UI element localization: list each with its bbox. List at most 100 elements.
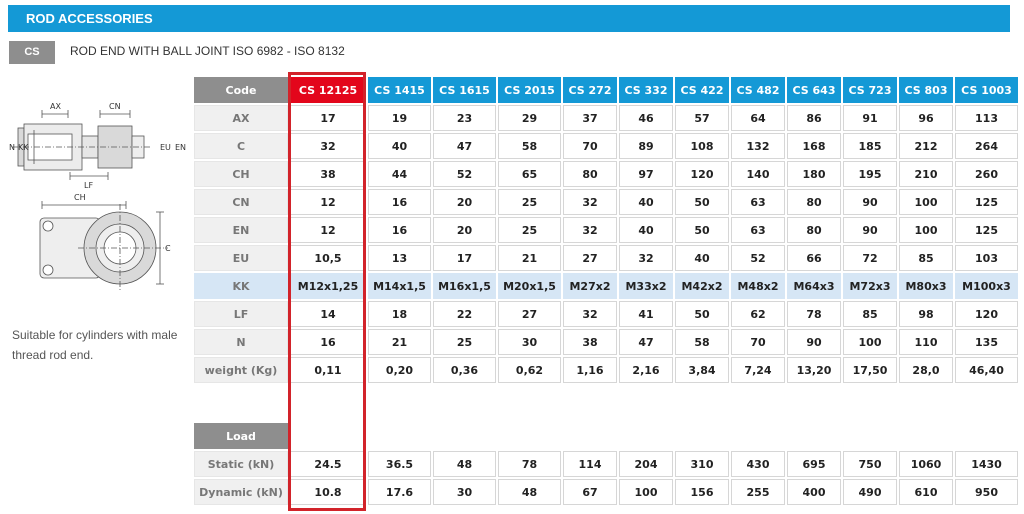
dim-label-kk: KK xyxy=(18,143,29,152)
table-cell: 20 xyxy=(433,217,496,243)
table-cell: 430 xyxy=(731,451,785,477)
load-row: Dynamic (kN) 10.8 17.6 30 48 67 100 156 255 400 49… xyxy=(194,479,1018,505)
table-cell: M33x2 xyxy=(619,273,673,299)
table-cell: 204 xyxy=(619,451,673,477)
load-header-label: Load xyxy=(194,423,288,449)
column-header: CS 422 xyxy=(675,77,729,103)
table-cell: 10.8 xyxy=(290,479,366,505)
usage-note: Suitable for cylinders with male thread … xyxy=(12,328,178,362)
table-cell: 40 xyxy=(619,217,673,243)
table-cell: 80 xyxy=(787,217,841,243)
table-cell: 90 xyxy=(843,189,897,215)
table-cell: 85 xyxy=(899,245,953,271)
specification-table: Code CS 12125 CS 1415 CS 1615 CS 2015 CS 272 C… xyxy=(192,75,1020,507)
table-cell: 0,11 xyxy=(290,357,366,383)
spacer-cell xyxy=(290,385,366,421)
table-cell: 17 xyxy=(433,245,496,271)
row-label: KK xyxy=(194,273,288,299)
spacer-cell xyxy=(675,385,729,421)
table-cell: 46 xyxy=(619,105,673,131)
column-header: CS 12125 xyxy=(290,77,366,103)
table-cell: 32 xyxy=(563,301,617,327)
table-cell: 490 xyxy=(843,479,897,505)
row-label: EU xyxy=(194,245,288,271)
table-cell: 100 xyxy=(899,189,953,215)
table-cell: 63 xyxy=(731,217,785,243)
table-cell: 13,20 xyxy=(787,357,841,383)
table-cell: 125 xyxy=(955,189,1018,215)
table-cell: 22 xyxy=(433,301,496,327)
table-cell: 97 xyxy=(619,161,673,187)
table-cell: 18 xyxy=(368,301,431,327)
spacer-cell xyxy=(899,385,953,421)
table-cell: 16 xyxy=(290,329,366,355)
table-cell: 41 xyxy=(619,301,673,327)
table-row: EU 10,5 13 17 21 27 32 40 52 66 72 85 103 xyxy=(194,245,1018,271)
product-code-badge: CS xyxy=(9,41,55,64)
table-cell: 30 xyxy=(498,329,561,355)
row-label: Static (kN) xyxy=(194,451,288,477)
table-cell: 50 xyxy=(675,301,729,327)
table-cell: 67 xyxy=(563,479,617,505)
code-header-label: Code xyxy=(194,77,288,103)
table-cell: 36.5 xyxy=(368,451,431,477)
table-cell: 12 xyxy=(290,189,366,215)
table-cell: 32 xyxy=(619,245,673,271)
row-label: AX xyxy=(194,105,288,131)
table-cell: 103 xyxy=(955,245,1018,271)
empty-cell xyxy=(675,423,729,449)
table-cell: 12 xyxy=(290,217,366,243)
table-cell: 40 xyxy=(368,133,431,159)
table-cell: 38 xyxy=(563,329,617,355)
table-cell: 37 xyxy=(563,105,617,131)
table-cell: 72 xyxy=(843,245,897,271)
empty-cell xyxy=(787,423,841,449)
table-cell: 120 xyxy=(675,161,729,187)
table-cell: 48 xyxy=(498,479,561,505)
table-cell: 310 xyxy=(675,451,729,477)
table-cell: 750 xyxy=(843,451,897,477)
table-cell: 180 xyxy=(787,161,841,187)
row-label: EN xyxy=(194,217,288,243)
table-cell: 80 xyxy=(563,161,617,187)
table-row: CH 38 44 52 65 80 97 120 140 180 195 210 260 xyxy=(194,161,1018,187)
table-cell: 48 xyxy=(433,451,496,477)
empty-cell xyxy=(368,423,431,449)
table-cell: M72x3 xyxy=(843,273,897,299)
row-label: weight (Kg) xyxy=(194,357,288,383)
table-cell: 610 xyxy=(899,479,953,505)
table-cell: 156 xyxy=(675,479,729,505)
table-cell: 400 xyxy=(787,479,841,505)
table-cell: 100 xyxy=(899,217,953,243)
table-cell: 70 xyxy=(731,329,785,355)
dim-label-ch: CH xyxy=(74,193,86,202)
table-cell: 52 xyxy=(433,161,496,187)
table-cell: M16x1,5 xyxy=(433,273,496,299)
table-cell: 16 xyxy=(368,217,431,243)
table-cell: 65 xyxy=(498,161,561,187)
table-cell: 25 xyxy=(498,189,561,215)
table-cell: 98 xyxy=(899,301,953,327)
table-cell: 132 xyxy=(731,133,785,159)
table-cell: 255 xyxy=(731,479,785,505)
table-cell: 38 xyxy=(290,161,366,187)
table-cell: 91 xyxy=(843,105,897,131)
table-cell: 0,62 xyxy=(498,357,561,383)
table-cell: 52 xyxy=(731,245,785,271)
technical-drawing: AX CN N KK EU EN LF CH C xyxy=(9,102,186,292)
table-cell: 135 xyxy=(955,329,1018,355)
row-label: C xyxy=(194,133,288,159)
table-cell: M100x3 xyxy=(955,273,1018,299)
table-cell: 17 xyxy=(290,105,366,131)
table-cell: M14x1,5 xyxy=(368,273,431,299)
dim-label-c: C xyxy=(165,244,171,253)
table-cell: 50 xyxy=(675,217,729,243)
table-cell: 27 xyxy=(498,301,561,327)
column-header: CS 272 xyxy=(563,77,617,103)
table-cell: 62 xyxy=(731,301,785,327)
table-cell: 63 xyxy=(731,189,785,215)
table-cell: 1,16 xyxy=(563,357,617,383)
row-label: Dynamic (kN) xyxy=(194,479,288,505)
table-cell: 108 xyxy=(675,133,729,159)
dim-label-eu: EU xyxy=(160,143,171,152)
